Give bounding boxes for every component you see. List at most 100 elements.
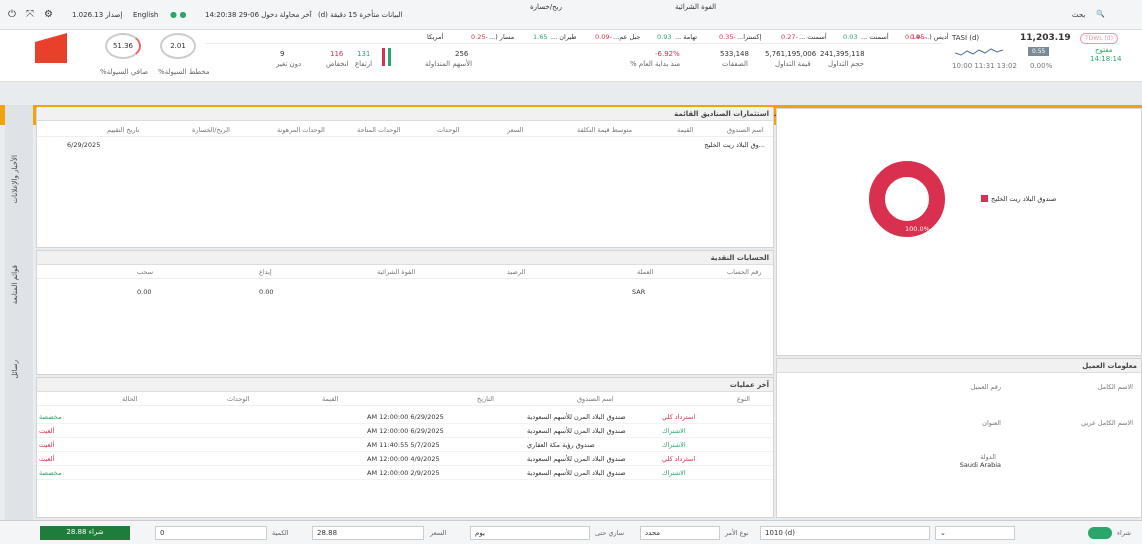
table-row[interactable]: الاشتراك صندوق البلاد المرن للأسهم السعود… [37, 425, 773, 438]
op-type: الاشتراك [662, 441, 686, 449]
status-dot-icon: ● ● [170, 10, 187, 19]
tasi-change: 0.55 [1028, 47, 1050, 56]
side-select[interactable]: ⌄ [935, 526, 1015, 540]
market-status: مفتوح [1095, 46, 1113, 54]
side-panel: الأخبار والإعلانات قوائم المتابعة رسائل [5, 105, 33, 520]
column-header: إيداع [259, 268, 272, 276]
sidebar-messages[interactable]: رسائل [11, 360, 19, 379]
cash-currency: SAR [632, 288, 646, 296]
client-info-panel: معلومات العميل الاسم الكامل رقم العميل ا… [776, 358, 1142, 518]
column-header: الربح/الخسارة [192, 126, 230, 134]
ticker-name[interactable]: طيران ... [551, 33, 577, 41]
table-row[interactable]: الاشتراك صندوق رؤية مكة العقاري 5/7/2025 1… [37, 439, 773, 452]
client-country-label: الدولة [980, 453, 996, 461]
client-fullname-label: الاسم الكامل [1097, 383, 1133, 391]
validity-select[interactable]: يوم [470, 526, 590, 540]
logo [35, 33, 67, 63]
op-date: 4/9/2025 12:00:00 AM [367, 455, 440, 463]
validity-label: ساري حتى [595, 529, 625, 537]
column-header: القيمة [677, 126, 694, 134]
op-type: الاشتراك [662, 427, 686, 435]
funds-panel: استثمارات الصناديق القائمة اسم الصندوق ال… [36, 107, 774, 248]
op-date: 6/29/2025 12:00:00 AM [367, 427, 444, 435]
client-arabic-name-label: الاسم الكامل عربي [1081, 419, 1133, 427]
legend-swatch [981, 195, 988, 202]
cash-panel: الحسابات النقدية رقم الحساب العملة الرصيد ا… [36, 250, 774, 375]
column-header: العملة [637, 268, 654, 276]
top-bar: ⏻ ⤧ ⚙ إصدار 1.026.13 English ● ● آخر محا… [0, 0, 1142, 30]
ticker-change: 1.65 [533, 33, 548, 41]
price-input[interactable]: 28.88 [312, 526, 424, 540]
sidebar-watchlists[interactable]: قوائم المتابعة [11, 265, 19, 304]
column-header: متوسط قيمة التكلفة [577, 126, 633, 134]
op-status: مخصصة [39, 413, 62, 421]
turnover-label: قيمة التداول [775, 60, 811, 68]
ticker-change: -0.09 [595, 33, 612, 41]
column-header: القيمة [322, 395, 339, 403]
ytd-label: % منذ بداية العام [630, 60, 681, 68]
liquidity-label: %صافي السيولة [100, 68, 149, 76]
ticker-name[interactable]: إكسترا... [737, 33, 761, 41]
delay-notice: (d) البيانات متأخرة 15 دقيقة [318, 11, 403, 19]
column-header: الوحدات المتاحة [357, 126, 401, 134]
symbol-field[interactable]: 1010 (d) [760, 526, 930, 540]
column-header: الحالة [122, 395, 138, 403]
op-fund-name: صندوق البلاد المرن للأسهم السعودية [527, 427, 626, 435]
buy-label: شراء [1117, 529, 1131, 537]
buy-button[interactable]: شراء 28.88 [40, 526, 130, 540]
volume-label: حجم التداول [828, 60, 865, 68]
table-row[interactable]: استرداد كلي صندوق البلاد المرن للأسهم الس… [37, 453, 773, 466]
last-login-text: آخر محاولة دخول 06-29 14:20:38 [205, 11, 312, 19]
op-status: ألغيت [39, 427, 55, 435]
donut-slice[interactable] [869, 161, 945, 237]
price-label: السعر [430, 529, 447, 537]
client-title: معلومات العميل [777, 359, 1141, 373]
ticker-name[interactable]: مسار (... [489, 33, 514, 41]
column-header: السعر [507, 126, 524, 134]
tasi-sparkline [955, 48, 1003, 56]
tasi-name[interactable]: TASI (d) [952, 34, 979, 42]
column-header: اسم الصندوق [577, 395, 614, 403]
traded-count: 256 [455, 50, 469, 58]
column-header: الوحدات [437, 126, 460, 134]
buy-toggle[interactable] [1088, 527, 1112, 539]
search-icon[interactable]: 🔍 [1096, 10, 1105, 18]
legend-label: صندوق البلاد ريت الخليج [991, 195, 1057, 203]
ticker-name[interactable]: تهامة ... [675, 33, 697, 41]
op-status: ألغيت [39, 455, 55, 463]
tasi-pct: 0.00% [1030, 62, 1053, 70]
power-icon[interactable]: ⏻ [8, 9, 16, 20]
ticker-name[interactable]: أسمنت ... [799, 33, 827, 41]
donut-pct: 100.0% [905, 225, 930, 233]
search-input[interactable]: بحث [1072, 11, 1085, 19]
column-header: القوة الشرائية [377, 268, 416, 276]
ticker-name[interactable]: جبل عم... [613, 33, 640, 41]
quantity-input[interactable]: 0 [155, 526, 267, 540]
column-header: اسم الصندوق [727, 126, 764, 134]
fund-date: 6/29/2025 [67, 141, 101, 149]
liquidity-gauge-2: 2.01 [160, 33, 196, 59]
column-header: الرصيد [507, 268, 526, 276]
ticker-name[interactable]: أمريكا [427, 33, 443, 41]
qty-label: الكمية [272, 529, 289, 537]
column-header: الوحدات المرهونة [277, 126, 325, 134]
ticker-change: 0.03 [843, 33, 858, 41]
gear-icon[interactable]: ⚙ [44, 9, 53, 20]
up-bar [388, 48, 391, 66]
ticker-name[interactable]: أسمنت ... [861, 33, 889, 41]
funds-title: استثمارات الصناديق القائمة [37, 107, 773, 121]
op-fund-name: صندوق البلاد المرن للأسهم السعودية [527, 469, 626, 477]
table-row[interactable]: الاشتراك صندوق البلاد المرن للأسهم السعود… [37, 467, 773, 480]
op-status: مخصصة [39, 469, 62, 477]
fund-name[interactable]: ...وق البلاد ريت الخليج [704, 141, 765, 149]
cash-deposit: 0.00 [259, 288, 274, 296]
down-bar [382, 48, 385, 66]
sidebar-news[interactable]: الأخبار والإعلانات [11, 155, 19, 203]
ticker-strip[interactable]: أديس (... -0.14 أسمنت ... 0.03 أسمنت ... -0.2… [205, 32, 949, 44]
order-type-select[interactable]: محدد [640, 526, 720, 540]
tdwl-badge[interactable]: TDWL (d) [1080, 33, 1118, 44]
up-label: ارتفاع [355, 60, 373, 68]
expand-icon[interactable]: ⤧ [26, 9, 34, 20]
language-button[interactable]: English [133, 11, 158, 19]
table-row[interactable]: استرداد كلي صندوق البلاد المرن للأسهم الس… [37, 411, 773, 424]
